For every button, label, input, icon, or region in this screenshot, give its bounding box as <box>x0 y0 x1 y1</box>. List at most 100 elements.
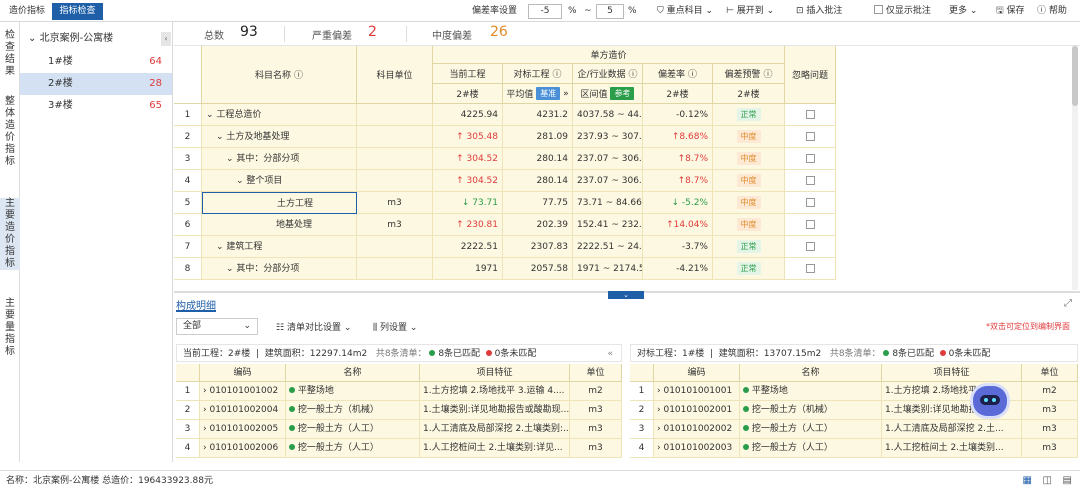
chevron-right-icon[interactable]: › <box>203 443 207 453</box>
chevron-right-icon[interactable]: › <box>657 443 661 453</box>
tab-indicator-check[interactable]: 指标检查 <box>52 3 103 20</box>
ignore-checkbox[interactable] <box>805 220 815 229</box>
ignore-checkbox[interactable] <box>805 132 815 141</box>
help-button[interactable]: ⓘ 帮助 <box>1037 4 1067 19</box>
row-subject[interactable]: 土方工程 <box>202 192 357 214</box>
more-button[interactable]: 更多 ⌄ <box>949 4 977 19</box>
double-chevron-icon[interactable]: » <box>563 89 569 99</box>
chevron-right-icon[interactable]: › <box>203 405 207 415</box>
left-row-code[interactable]: › 010101002006 <box>200 439 286 458</box>
grid-row[interactable]: 1 ⌄ 工程总造价 4225.94 4231.2 4037.58 ~ 44... -0.1… <box>174 104 836 126</box>
grid-row[interactable]: 2 ⌄ 土方及地基处理 ↑ 305.48 281.09 237.93 ~ 307... ↑… <box>174 126 836 148</box>
right-row-code[interactable]: › 010101001001 <box>654 382 740 401</box>
ignore-checkbox[interactable] <box>805 264 815 273</box>
panel-view-icon[interactable]: ▤ <box>1063 471 1072 491</box>
grid-row[interactable]: 4 ⌄ 整个项目 ↑ 304.52 280.14 237.07 ~ 306... ↑8.7… <box>174 170 836 192</box>
row-ignore[interactable] <box>785 236 836 258</box>
ignore-checkbox[interactable] <box>805 198 815 207</box>
right-header-name: 名称 <box>740 364 882 382</box>
compare-unmatched-label: 0条未匹配 <box>948 349 991 359</box>
row-current: ↓ 73.71 <box>433 192 503 214</box>
chevron-down-icon[interactable]: ⌄ <box>236 176 244 186</box>
key-subject-button[interactable]: ⛉ 重点科目 ⌄ <box>657 4 713 19</box>
chevron-right-icon[interactable]: › <box>657 386 661 396</box>
chevron-down-icon[interactable]: ⌄ <box>226 154 234 164</box>
tree-root[interactable]: ⌄ 北京案例-公寓楼 <box>20 28 172 50</box>
row-subject-label: 土方及地基处理 <box>226 132 290 142</box>
left-row-code[interactable]: › 010101002004 <box>200 401 286 420</box>
expand-to-button[interactable]: ⊢ 展开到 ⌄ <box>726 4 774 19</box>
only-show-note-toggle[interactable]: 仅显示批注 <box>874 4 931 19</box>
row-ignore[interactable] <box>785 148 836 170</box>
row-ignore[interactable] <box>785 258 836 280</box>
row-ignore[interactable] <box>785 170 836 192</box>
row-subject[interactable]: ⌄ 土方及地基处理 <box>202 126 357 148</box>
grid-row[interactable]: 5 土方工程 m3 ↓ 73.71 77.75 73.71 ~ 84.66 ↓ -5.2% 中… <box>174 192 836 214</box>
grid-scrollbar[interactable] <box>1072 46 1078 290</box>
list-compare-button[interactable]: ☷ 清单对比设置 ⌄ <box>276 320 351 333</box>
vtab-main-cost[interactable]: 主要造价指标 <box>0 198 20 270</box>
assistant-robot-icon[interactable] <box>973 386 1007 416</box>
right-row-code[interactable]: › 010101002002 <box>654 420 740 439</box>
expand-to-label: 展开到 <box>736 6 764 16</box>
left-row-code[interactable]: › 010101001002 <box>200 382 286 401</box>
collapse-panel-button[interactable]: ‹ <box>161 32 171 46</box>
row-ignore[interactable] <box>785 214 836 236</box>
chevron-right-icon[interactable]: › <box>657 424 661 434</box>
filter-select[interactable]: 全部 ⌄ <box>176 318 258 335</box>
ignore-checkbox[interactable] <box>805 176 815 185</box>
grid-row[interactable]: 3 ⌄ 其中：分部分项 ↑ 304.52 280.14 237.07 ~ 306... ↑… <box>174 148 836 170</box>
tab-cost-indicators[interactable]: 造价指标 <box>3 3 51 20</box>
chevron-right-icon[interactable]: › <box>203 386 207 396</box>
left-row-code-value: 010101002005 <box>209 424 279 434</box>
ignore-checkbox[interactable] <box>805 242 815 251</box>
grid-view-icon[interactable]: ▦ <box>1023 471 1032 491</box>
vtab-check-result[interactable]: 检查结果 <box>0 30 20 78</box>
row-dev-rate: ↑8.7% <box>643 170 713 192</box>
row-subject[interactable]: ⌄ 整个项目 <box>202 170 357 192</box>
row-ignore[interactable] <box>785 192 836 214</box>
deviation-high-input[interactable]: 5 <box>596 4 624 19</box>
grid-row[interactable]: 8⌄ 其中：分部分项19712057.581971 ~ 2174.55-4.21… <box>174 258 836 280</box>
row-subject[interactable]: 地基处理 <box>202 214 357 236</box>
row-subject[interactable]: ⌄ 建筑工程 <box>202 236 357 258</box>
ignore-checkbox[interactable] <box>805 154 815 163</box>
tree-item-1[interactable]: 1#楼 64 <box>20 51 172 73</box>
row-dev-rate-value: 8.68% <box>679 132 708 142</box>
right-row-code[interactable]: › 010101002001 <box>654 401 740 420</box>
matched-dot-icon <box>429 350 436 356</box>
ignore-checkbox[interactable] <box>805 110 815 119</box>
tree-item-3[interactable]: 3#楼 65 <box>20 95 172 117</box>
current-project-bar: 当前工程：2#楼 | 建筑面积：12297.14m2 共8条清单： 8条已匹配 … <box>176 344 622 362</box>
row-subject[interactable]: ⌄ 其中：分部分项 <box>202 148 357 170</box>
vtab-main-quantity[interactable]: 主要量指标 <box>0 298 20 358</box>
maximize-icon[interactable]: ⤢ <box>1064 298 1072 309</box>
vtab-label: 整体造价指标 <box>5 96 15 167</box>
range-tilde: ~ <box>584 6 592 16</box>
collapse-left-icon[interactable]: « <box>607 345 613 363</box>
chevron-right-icon[interactable]: › <box>203 424 207 434</box>
row-industry: 4037.58 ~ 44... <box>573 104 643 126</box>
scrollbar-thumb[interactable] <box>1072 46 1078 106</box>
chevron-down-icon[interactable]: ⌄ <box>216 132 224 142</box>
column-setting-button[interactable]: ⫼ 列设置 ⌄ <box>373 320 417 333</box>
row-ignore[interactable] <box>785 126 836 148</box>
row-ignore[interactable] <box>785 104 836 126</box>
collapse-handle[interactable]: ⌄ <box>608 291 644 299</box>
tree-item-2[interactable]: 2#楼 28 <box>20 73 172 95</box>
row-subject[interactable]: ⌄ 工程总造价 <box>202 104 357 126</box>
insert-note-button[interactable]: ⊡ 插入批注 <box>796 4 842 19</box>
split-view-icon[interactable]: ◫ <box>1043 471 1052 491</box>
chevron-right-icon[interactable]: › <box>657 405 661 415</box>
deviation-low-input[interactable]: -5 <box>528 4 562 19</box>
row-subject[interactable]: ⌄ 其中：分部分项 <box>202 258 357 280</box>
grid-row[interactable]: 6 地基处理 m3 ↑ 230.81 202.39 152.41 ~ 232... ↑14.… <box>174 214 836 236</box>
chevron-down-icon[interactable]: ⌄ <box>216 242 224 252</box>
vtab-overall-cost[interactable]: 整体造价指标 <box>0 96 20 168</box>
chevron-down-icon[interactable]: ⌄ <box>226 264 234 274</box>
chevron-down-icon[interactable]: ⌄ <box>206 110 214 120</box>
right-row-code[interactable]: › 010101002003 <box>654 439 740 458</box>
grid-row[interactable]: 7 ⌄ 建筑工程 2222.51 2307.83 2222.51 ~ 24... -3.7… <box>174 236 836 258</box>
save-button[interactable]: 🖫 保存 <box>996 4 1025 19</box>
left-row-code[interactable]: › 010101002005 <box>200 420 286 439</box>
